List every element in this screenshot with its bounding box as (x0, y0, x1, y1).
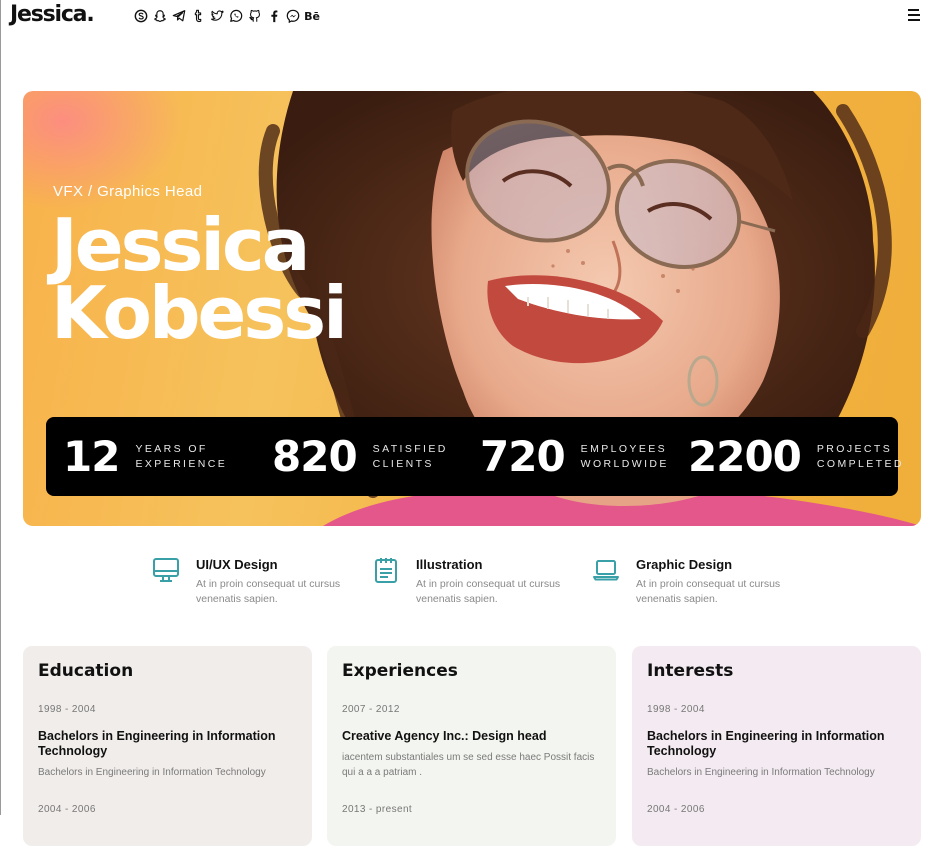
stat-label-line: SATISFIED (372, 442, 448, 455)
stat-label: SATISFIED CLIENTS (373, 442, 448, 472)
stat-label-line: YEARS OF (135, 442, 208, 455)
stat-clients: 820 SATISFIED CLIENTS (272, 417, 448, 496)
laptop-icon[interactable] (592, 556, 620, 584)
facebook-icon[interactable] (266, 8, 282, 24)
stat-label: YEARS OF EXPERIENCE (135, 442, 227, 472)
telegram-icon[interactable] (171, 8, 187, 24)
notepad-icon[interactable] (372, 556, 400, 584)
stat-number: 720 (480, 432, 566, 481)
entry-description: Bachelors in Engineering in Information … (38, 767, 266, 778)
card-title: Education (38, 661, 134, 681)
service-description: At in proin consequat ut cursus venenati… (636, 578, 781, 605)
stat-label-line: WORLDWIDE (580, 457, 669, 470)
hero-name: Jessica Kobessi (51, 203, 348, 355)
entry-date: 2004 - 2006 (647, 804, 705, 815)
entry-title: Bachelors in Engineering in Information … (647, 729, 885, 758)
timeline-entry: 2004 - 2006 (38, 804, 298, 815)
stats-bar: 12 YEARS OF EXPERIENCE 820 SATISFIED CLI… (46, 417, 901, 496)
behance-icon-text: Bē (304, 9, 320, 23)
card-title: Interests (647, 661, 734, 681)
interests-card: Interests 1998 - 2004 Bachelors in Engin… (632, 646, 921, 846)
service-title[interactable]: Graphic Design (636, 557, 732, 572)
stat-label: EMPLOYEES WORLDWIDE (581, 442, 669, 472)
timeline-entry: 1998 - 2004 Bachelors in Engineering in … (38, 704, 298, 780)
entry-date: 2013 - present (342, 804, 413, 815)
stat-label-line: CLIENTS (372, 457, 434, 470)
hero-role: VFX / Graphics Head (53, 183, 203, 200)
stat-label-line: COMPLETED (816, 457, 904, 470)
stat-employees: 720 EMPLOYEES WORLDWIDE (480, 417, 669, 496)
social-links: Bē (133, 8, 320, 24)
entry-description: iacentem substantiales um se sed esse ha… (342, 752, 595, 778)
stat-label-line: EXPERIENCE (135, 457, 228, 470)
twitter-icon[interactable] (209, 8, 225, 24)
stat-label-line: EMPLOYEES (580, 442, 668, 455)
stat-years: 12 YEARS OF EXPERIENCE (63, 417, 227, 496)
top-navbar: Jessica. Bē (1, 0, 937, 34)
service-description: At in proin consequat ut cursus venenati… (196, 578, 341, 605)
behance-icon[interactable]: Bē (304, 8, 320, 24)
entry-description: Bachelors in Engineering in Information … (647, 767, 875, 778)
experiences-card: Experiences 2007 - 2012 Creative Agency … (327, 646, 616, 846)
timeline-entry: 1998 - 2004 Bachelors in Engineering in … (647, 704, 907, 780)
monitor-icon[interactable] (152, 556, 180, 584)
timeline-entry: 2007 - 2012 Creative Agency Inc.: Design… (342, 704, 602, 780)
hero-banner: VFX / Graphics Head Jessica Kobessi 12 Y… (23, 91, 921, 526)
service-title[interactable]: UI/UX Design (196, 557, 278, 572)
stat-number: 820 (272, 432, 358, 481)
stat-label-line: PROJECTS (816, 442, 893, 455)
timeline-entry: 2004 - 2006 (647, 804, 907, 815)
site-logo[interactable]: Jessica. (10, 2, 95, 27)
messenger-icon[interactable] (285, 8, 301, 24)
card-title: Experiences (342, 661, 458, 681)
entry-date: 2004 - 2006 (38, 804, 96, 815)
service-uiux: UI/UX Design At in proin consequat ut cu… (152, 556, 362, 616)
entry-title: Creative Agency Inc.: Design head (342, 729, 547, 743)
whatsapp-icon[interactable] (228, 8, 244, 24)
stat-label: PROJECTS COMPLETED (817, 442, 904, 472)
hero-last-name: Kobessi (51, 271, 348, 355)
tumblr-icon[interactable] (190, 8, 206, 24)
stat-number: 12 (63, 432, 120, 481)
service-illustration: Illustration At in proin consequat ut cu… (372, 556, 582, 616)
timeline-entry: 2013 - present (342, 804, 602, 815)
stat-number: 2200 (688, 432, 802, 481)
github-icon[interactable] (247, 8, 263, 24)
entry-title: Bachelors in Engineering in Information … (38, 729, 276, 758)
education-card: Education 1998 - 2004 Bachelors in Engin… (23, 646, 312, 846)
hamburger-menu-icon[interactable] (905, 8, 923, 22)
entry-date: 1998 - 2004 (647, 704, 705, 715)
service-graphic-design: Graphic Design At in proin consequat ut … (592, 556, 802, 616)
entry-date: 1998 - 2004 (38, 704, 96, 715)
stat-projects: 2200 PROJECTS COMPLETED (688, 417, 904, 496)
snapchat-icon[interactable] (152, 8, 168, 24)
skype-icon[interactable] (133, 8, 149, 24)
service-description: At in proin consequat ut cursus venenati… (416, 578, 561, 605)
hero-first-name: Jessica (51, 203, 310, 287)
entry-date: 2007 - 2012 (342, 704, 400, 715)
service-title[interactable]: Illustration (416, 557, 482, 572)
